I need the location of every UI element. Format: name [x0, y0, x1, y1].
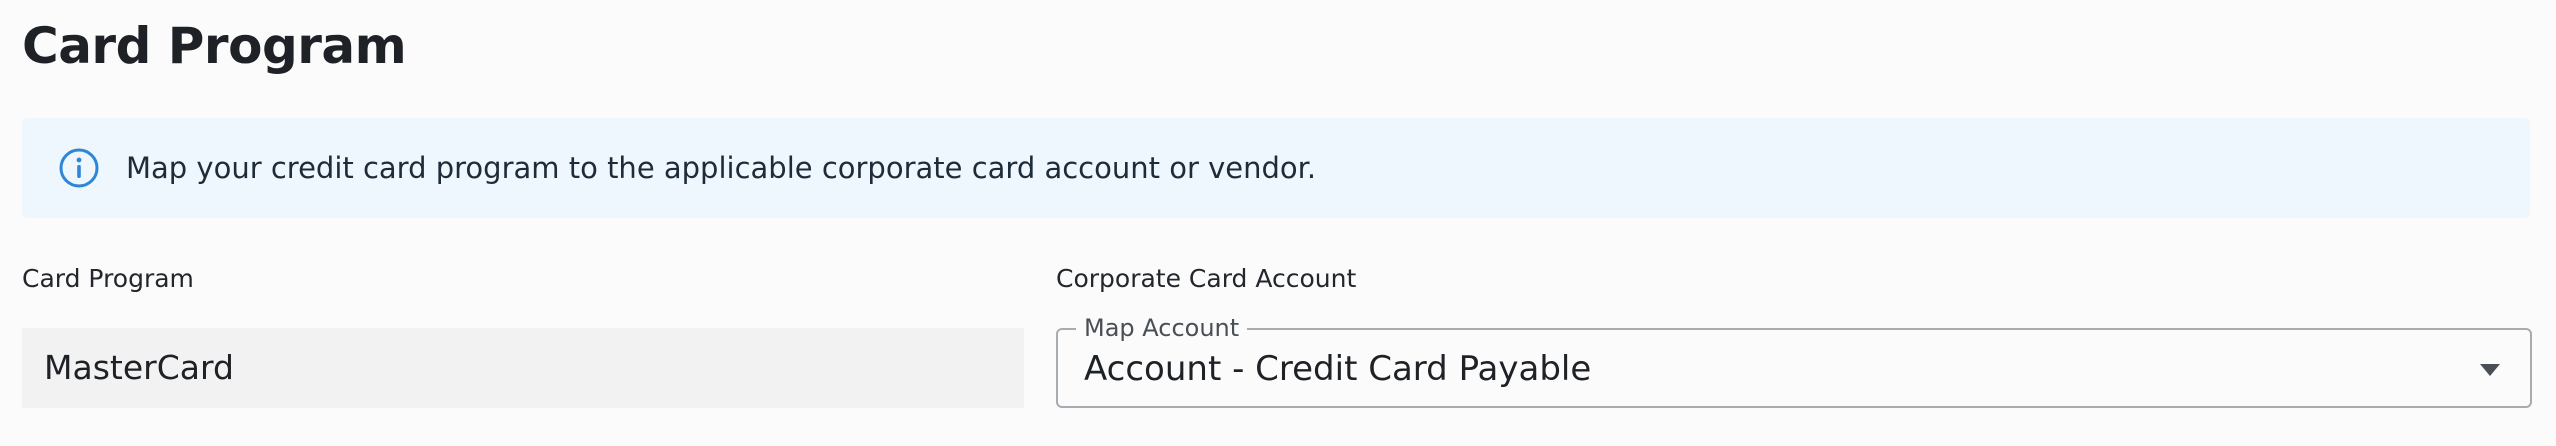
map-account-select-label: Map Account — [1076, 312, 1248, 344]
info-banner: Map your credit card program to the appl… — [22, 118, 2530, 218]
banner-message: Map your credit card program to the appl… — [126, 151, 1317, 185]
card-program-page: Card Program Map your credit card progra… — [0, 0, 2556, 446]
chevron-down-icon[interactable] — [2480, 364, 2500, 376]
page-title: Card Program — [22, 17, 407, 75]
card-program-label: Card Program — [22, 264, 194, 293]
map-account-select[interactable]: Map Account Account - Credit Card Payabl… — [1056, 312, 2532, 408]
info-circle-icon — [59, 148, 99, 188]
map-account-selected-value: Account - Credit Card Payable — [1084, 349, 1592, 389]
corporate-card-account-label: Corporate Card Account — [1056, 264, 1357, 293]
card-program-field: MasterCard — [22, 328, 1024, 408]
